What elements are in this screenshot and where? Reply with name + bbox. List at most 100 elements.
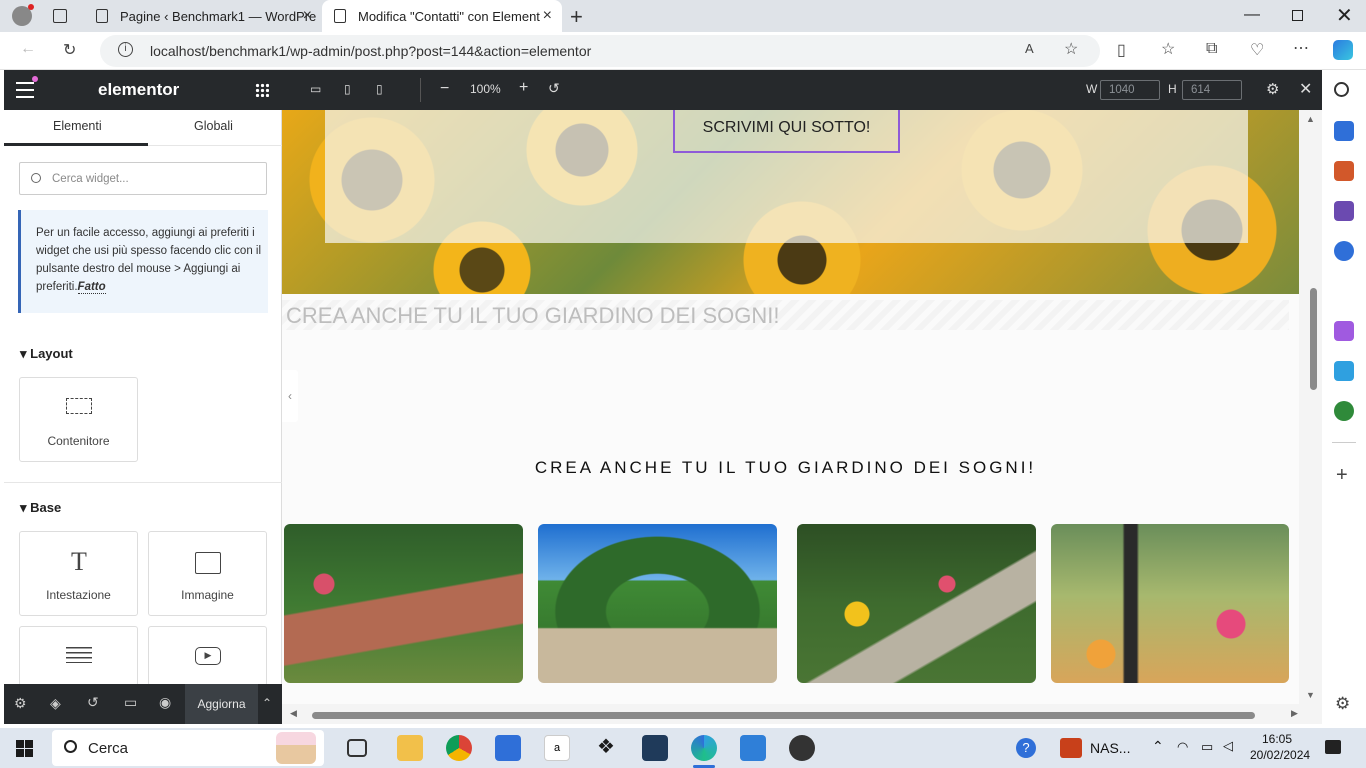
task-view-icon[interactable] xyxy=(347,739,367,757)
history-icon[interactable]: ↺ xyxy=(87,694,103,710)
height-label: H xyxy=(1168,82,1177,96)
collections-icon[interactable]: ⧉ xyxy=(1206,40,1217,58)
clock-date[interactable]: 20/02/2024 xyxy=(1250,748,1310,762)
update-button[interactable]: Aggiorna xyxy=(185,684,258,724)
tab-actions-icon[interactable] xyxy=(53,9,67,23)
zoom-out-icon[interactable]: − xyxy=(440,80,449,98)
tree-icon[interactable] xyxy=(1334,401,1354,421)
minimize-button[interactable]: — xyxy=(1244,6,1260,24)
widget-contenitore[interactable]: Contenitore xyxy=(19,377,138,462)
restore-button[interactable] xyxy=(1292,10,1303,21)
height-input[interactable]: 614 xyxy=(1182,80,1242,100)
mobile-icon[interactable]: ▯ xyxy=(376,82,383,96)
divider xyxy=(1332,442,1356,443)
scrivimi-button[interactable]: SCRIVIMI QUI SOTTO! xyxy=(673,110,900,153)
site-info-icon[interactable]: i xyxy=(118,42,133,57)
dropbox-icon[interactable]: ❖ xyxy=(593,735,619,761)
scroll-down-icon[interactable]: ▼ xyxy=(1306,690,1315,700)
chevron-up-icon[interactable]: ⌃ xyxy=(1152,738,1164,755)
favorite-star-icon[interactable]: ☆ xyxy=(1064,39,1078,59)
store-icon[interactable] xyxy=(495,735,521,761)
widget-immagine[interactable]: Immagine xyxy=(148,531,267,616)
powershell-icon[interactable] xyxy=(642,735,668,761)
games-icon[interactable] xyxy=(1334,201,1354,221)
tools-icon[interactable] xyxy=(1334,161,1354,181)
volume-icon[interactable]: ◁ xyxy=(1223,738,1233,754)
widget-intestazione[interactable]: T Intestazione xyxy=(19,531,138,616)
editor-canvas[interactable]: SCRIVIMI QUI SOTTO! CREA ANCHE TU IL TUO… xyxy=(282,110,1299,704)
close-responsive-icon[interactable]: ✕ xyxy=(1299,79,1312,99)
responsive-mode-icon[interactable]: ▭ xyxy=(124,694,140,710)
widget-text-editor[interactable] xyxy=(19,626,138,686)
widget-video[interactable]: ▶ xyxy=(148,626,267,686)
file-explorer-icon[interactable] xyxy=(397,735,423,761)
back-icon[interactable]: ← xyxy=(20,40,36,58)
shopping-tag-icon[interactable] xyxy=(1334,121,1354,141)
tab-modifica-contatti[interactable]: Modifica "Contatti" con Element × xyxy=(322,0,562,32)
taskbar-search[interactable]: Cerca xyxy=(52,730,324,766)
amazon-icon[interactable]: a xyxy=(544,735,570,761)
tab-globali[interactable]: Globali xyxy=(194,119,233,133)
tip-done-link[interactable]: Fatto xyxy=(77,281,106,294)
reload-icon[interactable]: ↻ xyxy=(63,40,76,60)
nas-app-icon[interactable] xyxy=(1060,738,1082,758)
navigator-layers-icon[interactable]: ◈ xyxy=(50,695,66,711)
search-icon[interactable] xyxy=(1334,82,1349,97)
windows-taskbar: Cerca a ❖ ? NAS... ⌃ ◠ ▭ ◁ 16:05 20/02/2… xyxy=(0,728,1366,768)
widget-search-input[interactable]: Cerca widget... xyxy=(19,162,267,195)
settings-icon[interactable]: ⚙ xyxy=(1266,80,1279,98)
horizontal-scroll-thumb[interactable] xyxy=(312,712,1255,719)
edge-icon[interactable] xyxy=(691,735,717,761)
url-field[interactable]: i localhost/benchmark1/wp-admin/post.php… xyxy=(100,35,1100,67)
chrome-icon[interactable] xyxy=(446,735,472,761)
nas-label[interactable]: NAS... xyxy=(1090,740,1130,756)
performance-icon[interactable]: ♡ xyxy=(1250,40,1264,60)
tab-elementi[interactable]: Elementi xyxy=(53,119,102,133)
wifi-icon[interactable]: ◠ xyxy=(1177,739,1188,755)
vertical-scrollbar[interactable]: ▲ ▼ xyxy=(1299,110,1322,704)
mail-icon[interactable] xyxy=(740,735,766,761)
new-tab-button[interactable]: + xyxy=(570,4,583,30)
settings-icon[interactable]: ⚙ xyxy=(14,695,30,711)
add-icon[interactable]: + xyxy=(1336,464,1348,487)
github-icon[interactable] xyxy=(789,735,815,761)
close-tab-icon[interactable]: × xyxy=(303,7,312,25)
split-screen-icon[interactable]: ▯ xyxy=(1117,40,1126,60)
section-layout[interactable]: ▾ Layout xyxy=(20,346,73,362)
help-icon[interactable]: ? xyxy=(1016,738,1036,758)
section-base[interactable]: ▾ Base xyxy=(20,500,61,516)
more-menu-icon[interactable]: ⋯ xyxy=(1293,38,1309,58)
sidebar-settings-icon[interactable]: ⚙ xyxy=(1335,694,1350,714)
reset-zoom-icon[interactable]: ↺ xyxy=(548,80,560,97)
widgets-grid-icon[interactable] xyxy=(255,83,269,97)
scroll-right-icon[interactable]: ▶ xyxy=(1291,708,1298,719)
read-aloud-icon[interactable]: A xyxy=(1025,41,1034,56)
tab-pagine[interactable]: Pagine ‹ Benchmark1 — WordPre × xyxy=(84,0,322,32)
office-icon[interactable] xyxy=(1334,241,1354,261)
notifications-icon[interactable] xyxy=(1325,740,1341,754)
garden-photo-4[interactable] xyxy=(1051,524,1289,683)
favorites-icon[interactable]: ☆ xyxy=(1161,39,1175,59)
garden-photo-1[interactable] xyxy=(284,524,523,683)
send-icon[interactable] xyxy=(1334,361,1354,381)
desktop-icon[interactable]: ▭ xyxy=(310,82,321,96)
scroll-up-icon[interactable]: ▲ xyxy=(1306,114,1315,124)
designer-icon[interactable] xyxy=(1334,321,1354,341)
battery-icon[interactable]: ▭ xyxy=(1201,739,1213,755)
zoom-in-icon[interactable]: + xyxy=(519,79,528,97)
start-windows-icon[interactable] xyxy=(16,740,33,757)
scroll-left-icon[interactable]: ◀ xyxy=(290,708,297,719)
close-tab-icon[interactable]: × xyxy=(543,7,552,25)
copilot-icon[interactable] xyxy=(1333,40,1353,60)
garden-photo-2[interactable] xyxy=(538,524,777,683)
hamburger-menu-icon[interactable] xyxy=(16,82,34,98)
collapse-panel-button[interactable]: ‹ xyxy=(282,370,298,422)
clock-time[interactable]: 16:05 xyxy=(1262,732,1292,746)
preview-eye-icon[interactable]: ◉ xyxy=(159,694,175,710)
close-window-button[interactable]: ✕ xyxy=(1336,3,1353,28)
vertical-scroll-thumb[interactable] xyxy=(1310,288,1317,390)
garden-photo-3[interactable] xyxy=(797,524,1036,683)
chevron-up-icon[interactable]: ⌃ xyxy=(262,696,278,712)
width-input[interactable]: 1040 xyxy=(1100,80,1160,100)
tablet-icon[interactable]: ▯ xyxy=(344,82,351,96)
